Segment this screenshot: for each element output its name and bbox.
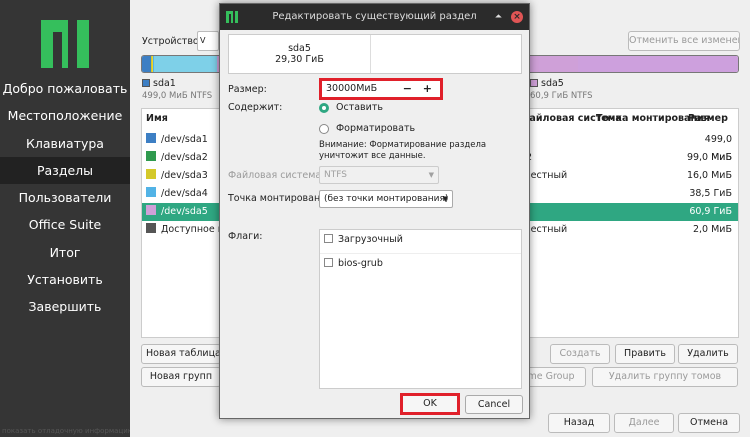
row-name: /dev/sda1 [161,134,208,145]
decrease-icon[interactable]: − [403,81,412,97]
checkbox[interactable] [324,234,333,243]
manjaro-logo [41,20,89,68]
device-label: Устройство: [142,36,202,47]
partition-bar-segment [153,56,217,72]
keep-above-icon[interactable]: ⏶ [495,4,502,30]
sidebar-item-install: Установить [27,272,103,288]
row-color-swatch [146,187,156,197]
size-value: 30000МиБ [326,83,378,94]
legend-swatch [530,79,538,87]
contents-label: Содержит: [228,102,283,113]
row-color-swatch [146,169,156,179]
flag-bios-grub[interactable]: bios-grub [324,258,383,270]
format-label[interactable]: Форматировать [336,123,415,134]
sidebar-item-users: Пользователи [18,190,112,206]
column-header-name[interactable]: Имя [146,113,168,124]
sidebar-item-finish: Завершить [28,299,102,315]
sidebar-item-summary: Итог [49,244,81,260]
row-name: /dev/sda3 [161,170,208,181]
cancel-button[interactable]: Отмена [678,413,740,433]
row-color-swatch [146,205,156,215]
revert-all-button[interactable]: Отменить все изменения [628,31,740,51]
sidebar: Добро пожаловать Местоположение Клавиату… [0,0,134,437]
dialog-title: Редактировать существующий раздел [272,11,477,22]
dialog-cancel-button[interactable]: Cancel [465,395,523,414]
format-radio[interactable] [319,124,329,134]
next-button[interactable]: Далее [614,413,674,433]
row-name: /dev/sda5 [161,206,208,217]
close-icon[interactable]: × [511,11,523,23]
row-color-swatch [146,133,156,143]
edit-partition-dialog: Редактировать существующий раздел ⏶ × sd… [219,3,530,419]
new-partition-table-button[interactable]: Новая таблица разде [141,344,221,364]
sidebar-item-welcome: Добро пожаловать [2,81,128,96]
back-button[interactable]: Назад [548,413,610,433]
partition-bar-segment [142,56,151,72]
sidebar-item-location: Местоположение [7,108,123,124]
flag-label: bios-grub [338,258,383,269]
increase-icon[interactable]: + [423,81,432,97]
filesystem-select[interactable]: NTFS ▼ [319,166,439,184]
flag-label: Загрузочный [338,234,403,245]
partition-preview: sda5 29,30 ГиБ [228,34,522,74]
row-size: 16,0 МиБ [686,170,732,181]
flags-label: Флаги: [228,231,263,242]
filesystem-value: NTFS [324,170,347,180]
row-color-swatch [146,223,156,233]
sidebar-item-office-suite: Office Suite [28,217,102,233]
debug-info-link[interactable]: показать отладочную информацию [2,427,134,435]
legend-detail: 60,9 ГиБ NTFS [530,91,593,101]
mount-point-select[interactable]: (без точки монтирования) ▼ [319,190,453,208]
flags-list: Загрузочный bios-grub [319,229,522,389]
legend-name: sda5 [541,78,564,89]
chevron-down-icon: ▼ [442,195,448,203]
device-select-value: V [200,36,206,45]
divider [320,253,521,254]
chevron-down-icon: ▼ [428,171,434,179]
row-size: 38,5 ГиБ [689,188,732,199]
preview-size: 29,30 ГиБ [275,54,324,65]
flag-boot[interactable]: Загрузочный [324,234,403,246]
app-icon [226,11,238,23]
row-size: 99,0 МиБ [686,152,732,163]
preview-name: sda5 [288,43,311,54]
row-name: /dev/sda4 [161,188,208,199]
dialog-titlebar: Редактировать существующий раздел ⏶ × [220,4,529,30]
legend-sda1: sda1 499,0 МиБ NTFS [142,78,212,102]
row-size: 60,9 ГиБ [689,206,732,217]
create-button[interactable]: Создать [550,344,610,364]
sidebar-nav: Добро пожаловать Местоположение Клавиату… [0,75,130,321]
filesystem-label: Файловая система: [228,170,325,181]
remove-volume-group-button[interactable]: Удалить группу томов [592,367,738,387]
keep-label[interactable]: Оставить [336,102,383,113]
row-name: /dev/sda2 [161,152,208,163]
legend-sda5: sda5 60,9 ГиБ NTFS [530,78,593,102]
delete-button[interactable]: Удалить [678,344,738,364]
legend-name: sda1 [153,78,176,89]
ok-button[interactable]: OK [400,393,460,415]
size-spinbox[interactable]: 30000МиБ − + [319,78,443,100]
preview-partition: sda5 29,30 ГиБ [229,35,371,73]
column-header-size[interactable]: Размер [688,113,728,124]
keep-radio[interactable] [319,103,329,113]
mount-point-value: (без точки монтирования) [324,194,449,204]
partition-bar-segment [577,56,738,72]
sidebar-item-keyboard: Клавиатура [26,135,104,151]
row-color-swatch [146,151,156,161]
checkbox[interactable] [324,258,333,267]
legend-swatch [142,79,150,87]
format-warning: Внимание: Форматирование раздела уничтож… [319,140,487,161]
new-volume-group-button[interactable]: Новая групп [141,367,221,387]
row-size: 2,0 МиБ [692,224,732,235]
legend-detail: 499,0 МиБ NTFS [142,91,213,101]
edit-button[interactable]: Править [615,344,675,364]
size-label: Размер: [228,84,267,95]
sidebar-item-partitions: Разделы [0,156,130,185]
device-select[interactable]: V [197,31,219,51]
